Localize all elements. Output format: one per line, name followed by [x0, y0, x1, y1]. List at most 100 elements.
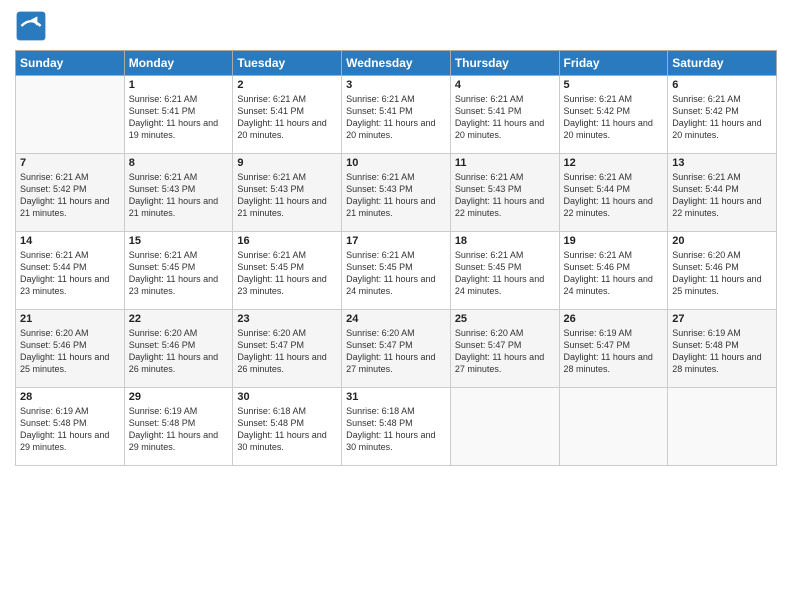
day-number: 13 [672, 157, 772, 169]
sunset-label: Sunset: 5:48 PM [129, 418, 196, 428]
calendar-cell: 31 Sunrise: 6:18 AM Sunset: 5:48 PM Dayl… [342, 388, 451, 466]
daylight-label: Daylight: 11 hours and 20 minutes. [346, 118, 435, 140]
sunrise-label: Sunrise: 6:20 AM [129, 328, 198, 338]
calendar-cell [668, 388, 777, 466]
daylight-label: Daylight: 11 hours and 25 minutes. [672, 274, 761, 296]
day-number: 19 [564, 235, 664, 247]
calendar-cell: 15 Sunrise: 6:21 AM Sunset: 5:45 PM Dayl… [124, 232, 233, 310]
daylight-label: Daylight: 11 hours and 25 minutes. [20, 352, 109, 374]
calendar-week-row: 14 Sunrise: 6:21 AM Sunset: 5:44 PM Dayl… [16, 232, 777, 310]
sunrise-label: Sunrise: 6:20 AM [672, 250, 741, 260]
sunset-label: Sunset: 5:48 PM [346, 418, 413, 428]
day-info: Sunrise: 6:21 AM Sunset: 5:41 PM Dayligh… [455, 93, 555, 142]
sunrise-label: Sunrise: 6:18 AM [237, 406, 306, 416]
calendar-cell: 25 Sunrise: 6:20 AM Sunset: 5:47 PM Dayl… [450, 310, 559, 388]
sunset-label: Sunset: 5:47 PM [564, 340, 631, 350]
logo-icon [15, 10, 47, 42]
calendar-cell: 6 Sunrise: 6:21 AM Sunset: 5:42 PM Dayli… [668, 76, 777, 154]
day-number: 25 [455, 313, 555, 325]
daylight-label: Daylight: 11 hours and 24 minutes. [455, 274, 544, 296]
day-number: 20 [672, 235, 772, 247]
day-number: 15 [129, 235, 229, 247]
calendar-week-row: 7 Sunrise: 6:21 AM Sunset: 5:42 PM Dayli… [16, 154, 777, 232]
daylight-label: Daylight: 11 hours and 22 minutes. [455, 196, 544, 218]
day-info: Sunrise: 6:20 AM Sunset: 5:46 PM Dayligh… [672, 249, 772, 298]
daylight-label: Daylight: 11 hours and 21 minutes. [20, 196, 109, 218]
daylight-label: Daylight: 11 hours and 27 minutes. [455, 352, 544, 374]
daylight-label: Daylight: 11 hours and 23 minutes. [129, 274, 218, 296]
sunset-label: Sunset: 5:41 PM [346, 106, 413, 116]
sunset-label: Sunset: 5:44 PM [672, 184, 739, 194]
daylight-label: Daylight: 11 hours and 30 minutes. [237, 430, 326, 452]
sunset-label: Sunset: 5:45 PM [237, 262, 304, 272]
sunset-label: Sunset: 5:42 PM [564, 106, 631, 116]
day-number: 4 [455, 79, 555, 91]
calendar-cell: 9 Sunrise: 6:21 AM Sunset: 5:43 PM Dayli… [233, 154, 342, 232]
sunrise-label: Sunrise: 6:21 AM [455, 250, 524, 260]
day-number: 3 [346, 79, 446, 91]
day-info: Sunrise: 6:18 AM Sunset: 5:48 PM Dayligh… [237, 405, 337, 454]
calendar-week-row: 1 Sunrise: 6:21 AM Sunset: 5:41 PM Dayli… [16, 76, 777, 154]
day-number: 29 [129, 391, 229, 403]
day-info: Sunrise: 6:21 AM Sunset: 5:43 PM Dayligh… [455, 171, 555, 220]
sunset-label: Sunset: 5:48 PM [672, 340, 739, 350]
calendar-cell: 5 Sunrise: 6:21 AM Sunset: 5:42 PM Dayli… [559, 76, 668, 154]
daylight-label: Daylight: 11 hours and 21 minutes. [346, 196, 435, 218]
header-thursday: Thursday [450, 51, 559, 76]
day-headers-row: Sunday Monday Tuesday Wednesday Thursday… [16, 51, 777, 76]
calendar-week-row: 21 Sunrise: 6:20 AM Sunset: 5:46 PM Dayl… [16, 310, 777, 388]
day-number: 23 [237, 313, 337, 325]
calendar-cell [450, 388, 559, 466]
calendar-cell: 10 Sunrise: 6:21 AM Sunset: 5:43 PM Dayl… [342, 154, 451, 232]
sunrise-label: Sunrise: 6:21 AM [20, 250, 89, 260]
header-monday: Monday [124, 51, 233, 76]
sunrise-label: Sunrise: 6:20 AM [346, 328, 415, 338]
day-info: Sunrise: 6:21 AM Sunset: 5:45 PM Dayligh… [237, 249, 337, 298]
day-number: 22 [129, 313, 229, 325]
calendar-cell: 30 Sunrise: 6:18 AM Sunset: 5:48 PM Dayl… [233, 388, 342, 466]
calendar-cell: 17 Sunrise: 6:21 AM Sunset: 5:45 PM Dayl… [342, 232, 451, 310]
daylight-label: Daylight: 11 hours and 23 minutes. [237, 274, 326, 296]
sunrise-label: Sunrise: 6:21 AM [129, 250, 198, 260]
header-tuesday: Tuesday [233, 51, 342, 76]
day-number: 12 [564, 157, 664, 169]
calendar-cell: 21 Sunrise: 6:20 AM Sunset: 5:46 PM Dayl… [16, 310, 125, 388]
calendar-cell: 28 Sunrise: 6:19 AM Sunset: 5:48 PM Dayl… [16, 388, 125, 466]
day-info: Sunrise: 6:19 AM Sunset: 5:48 PM Dayligh… [20, 405, 120, 454]
daylight-label: Daylight: 11 hours and 28 minutes. [564, 352, 653, 374]
calendar-cell: 8 Sunrise: 6:21 AM Sunset: 5:43 PM Dayli… [124, 154, 233, 232]
sunset-label: Sunset: 5:41 PM [237, 106, 304, 116]
sunrise-label: Sunrise: 6:20 AM [20, 328, 89, 338]
logo [15, 10, 51, 42]
calendar-cell [16, 76, 125, 154]
daylight-label: Daylight: 11 hours and 24 minutes. [346, 274, 435, 296]
sunset-label: Sunset: 5:43 PM [129, 184, 196, 194]
day-info: Sunrise: 6:21 AM Sunset: 5:42 PM Dayligh… [672, 93, 772, 142]
sunrise-label: Sunrise: 6:19 AM [20, 406, 89, 416]
header-saturday: Saturday [668, 51, 777, 76]
day-info: Sunrise: 6:21 AM Sunset: 5:46 PM Dayligh… [564, 249, 664, 298]
daylight-label: Daylight: 11 hours and 27 minutes. [346, 352, 435, 374]
day-number: 28 [20, 391, 120, 403]
day-number: 18 [455, 235, 555, 247]
day-number: 24 [346, 313, 446, 325]
daylight-label: Daylight: 11 hours and 21 minutes. [237, 196, 326, 218]
sunset-label: Sunset: 5:47 PM [455, 340, 522, 350]
sunrise-label: Sunrise: 6:21 AM [237, 94, 306, 104]
day-info: Sunrise: 6:21 AM Sunset: 5:41 PM Dayligh… [129, 93, 229, 142]
calendar-cell: 11 Sunrise: 6:21 AM Sunset: 5:43 PM Dayl… [450, 154, 559, 232]
daylight-label: Daylight: 11 hours and 19 minutes. [129, 118, 218, 140]
sunset-label: Sunset: 5:41 PM [129, 106, 196, 116]
sunset-label: Sunset: 5:45 PM [455, 262, 522, 272]
day-info: Sunrise: 6:21 AM Sunset: 5:41 PM Dayligh… [346, 93, 446, 142]
day-info: Sunrise: 6:21 AM Sunset: 5:42 PM Dayligh… [20, 171, 120, 220]
calendar-cell: 14 Sunrise: 6:21 AM Sunset: 5:44 PM Dayl… [16, 232, 125, 310]
day-info: Sunrise: 6:21 AM Sunset: 5:45 PM Dayligh… [455, 249, 555, 298]
header-sunday: Sunday [16, 51, 125, 76]
calendar-cell: 19 Sunrise: 6:21 AM Sunset: 5:46 PM Dayl… [559, 232, 668, 310]
sunset-label: Sunset: 5:43 PM [455, 184, 522, 194]
calendar-cell: 26 Sunrise: 6:19 AM Sunset: 5:47 PM Dayl… [559, 310, 668, 388]
daylight-label: Daylight: 11 hours and 21 minutes. [129, 196, 218, 218]
sunrise-label: Sunrise: 6:21 AM [237, 172, 306, 182]
calendar-week-row: 28 Sunrise: 6:19 AM Sunset: 5:48 PM Dayl… [16, 388, 777, 466]
